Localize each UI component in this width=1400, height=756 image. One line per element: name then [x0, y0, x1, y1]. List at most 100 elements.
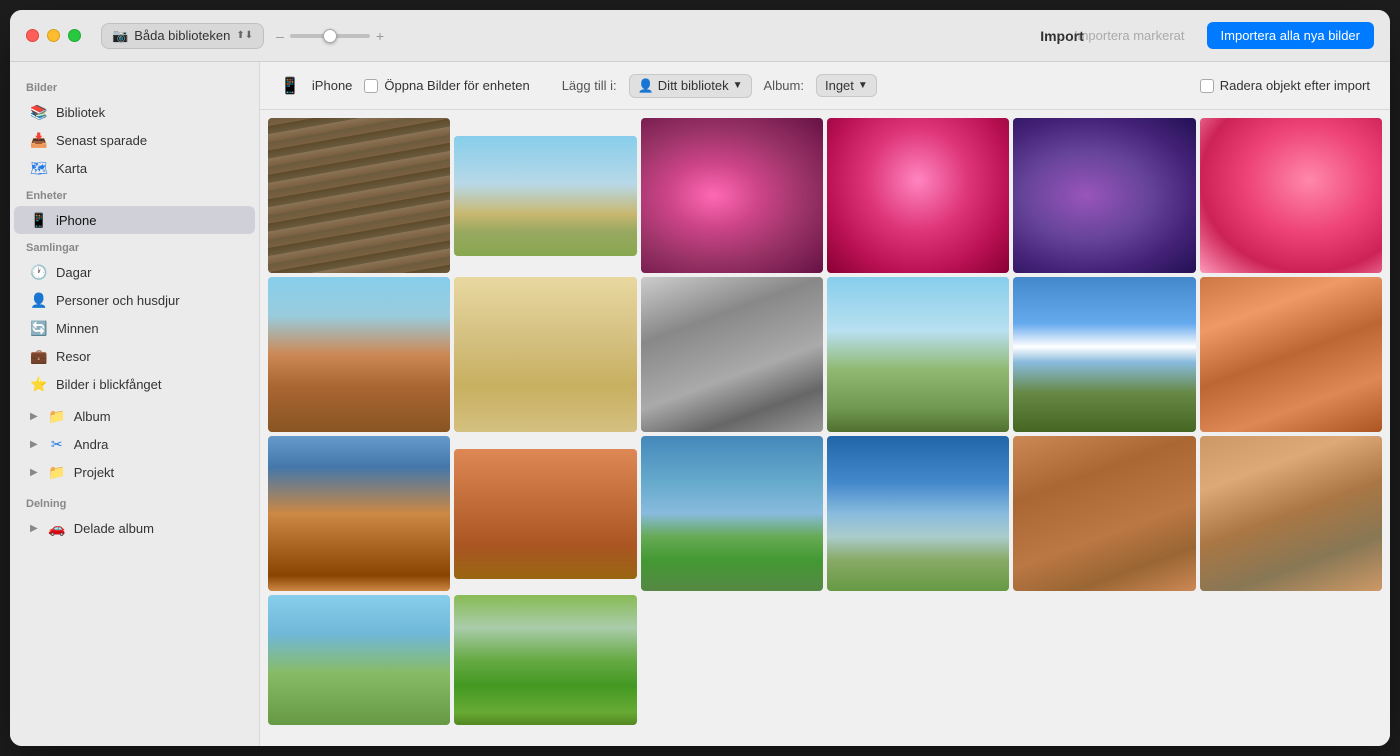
- sidebar-item-label: Album: [74, 409, 111, 424]
- sidebar-item-bibliotek[interactable]: 📚 Bibliotek: [14, 98, 255, 126]
- expand-icon: ▶: [30, 411, 38, 422]
- sidebar-section-enheter: Enheter 📱 iPhone: [10, 182, 259, 234]
- sidebar-section-collections: ▶ 📁 Album ▶ ✂ Andra ▶ 📁 Projekt: [10, 402, 259, 486]
- photo-item[interactable]: [827, 277, 1009, 432]
- section-label-enheter: Enheter: [10, 182, 259, 206]
- zoom-plus-label: +: [376, 28, 384, 44]
- photo-item[interactable]: [268, 118, 450, 273]
- device-name: iPhone: [312, 78, 352, 93]
- sidebar-item-label: Bilder i blickfånget: [56, 377, 162, 392]
- sidebar-item-karta[interactable]: 🗺 Karta: [14, 154, 255, 182]
- sidebar-item-label: Minnen: [56, 321, 99, 336]
- library-icon: 📷: [112, 28, 128, 44]
- chevron-down-icon: ▼: [733, 80, 743, 91]
- chevron-up-down-icon: ⬆⬇: [236, 30, 253, 41]
- window-title: Import: [1040, 28, 1084, 44]
- sidebar-item-label: Bibliotek: [56, 105, 105, 120]
- photo-item[interactable]: [268, 277, 450, 432]
- sidebar-item-label: Resor: [56, 349, 91, 364]
- import-all-button[interactable]: Importera alla nya bilder: [1207, 22, 1374, 49]
- photo-item[interactable]: [641, 277, 823, 432]
- sidebar-item-label: Delade album: [74, 521, 154, 536]
- close-button[interactable]: [26, 29, 39, 42]
- sidebar-item-delade-album[interactable]: ▶ 🚗 Delade album: [14, 514, 255, 542]
- library-selector[interactable]: 📷 Båda biblioteken ⬆⬇: [101, 23, 264, 49]
- photo-item[interactable]: [268, 595, 450, 725]
- photo-item[interactable]: [827, 118, 1009, 273]
- zoom-slider[interactable]: [290, 34, 370, 38]
- resor-icon: 💼: [30, 347, 48, 365]
- photo-item[interactable]: [1013, 118, 1195, 273]
- content-area: Bilder 📚 Bibliotek 📥 Senast sparade 🗺 Ka…: [10, 62, 1390, 746]
- photo-item[interactable]: [1013, 436, 1195, 591]
- open-photos-label: Öppna Bilder för enheten: [384, 78, 529, 93]
- personer-icon: 👤: [30, 291, 48, 309]
- album-value: Inget: [825, 78, 854, 93]
- photo-item[interactable]: [268, 436, 450, 591]
- maximize-button[interactable]: [68, 29, 81, 42]
- device-icon: 📱: [280, 76, 300, 96]
- sidebar-item-label: iPhone: [56, 213, 96, 228]
- andra-icon: ✂: [48, 435, 66, 453]
- photo-grid: [260, 110, 1390, 746]
- minnen-icon: 🔄: [30, 319, 48, 337]
- zoom-control: – +: [276, 28, 384, 44]
- blickfanget-icon: ⭐: [30, 375, 48, 393]
- radera-checkbox[interactable]: [1200, 79, 1214, 93]
- zoom-thumb[interactable]: [323, 29, 337, 43]
- photo-item[interactable]: [827, 436, 1009, 591]
- sidebar-item-senast-sparade[interactable]: 📥 Senast sparade: [14, 126, 255, 154]
- sidebar-item-personer[interactable]: 👤 Personer och husdjur: [14, 286, 255, 314]
- photo-item[interactable]: [1200, 436, 1382, 591]
- sidebar: Bilder 📚 Bibliotek 📥 Senast sparade 🗺 Ka…: [10, 62, 260, 746]
- sidebar-item-projekt[interactable]: ▶ 📁 Projekt: [14, 458, 255, 486]
- sidebar-section-delning: Delning ▶ 🚗 Delade album: [10, 490, 259, 542]
- photo-item[interactable]: [1013, 277, 1195, 432]
- sidebar-section-samlingar: Samlingar 🕐 Dagar 👤 Personer och husdjur…: [10, 234, 259, 398]
- album-dropdown[interactable]: Inget ▼: [816, 74, 877, 97]
- sidebar-item-label: Personer och husdjur: [56, 293, 180, 308]
- open-photos-control: Öppna Bilder för enheten: [364, 78, 529, 93]
- karta-icon: 🗺: [30, 159, 48, 177]
- album-label: Album:: [764, 78, 804, 93]
- photo-item[interactable]: [1200, 118, 1382, 273]
- library-value: Ditt bibliotek: [658, 78, 729, 93]
- sidebar-item-album[interactable]: ▶ 📁 Album: [14, 402, 255, 430]
- section-label-bilder: Bilder: [10, 74, 259, 98]
- iphone-icon: 📱: [30, 211, 48, 229]
- photo-item[interactable]: [454, 449, 636, 579]
- sidebar-section-bilder: Bilder 📚 Bibliotek 📥 Senast sparade 🗺 Ka…: [10, 74, 259, 182]
- album-icon: 📁: [48, 407, 66, 425]
- open-photos-checkbox[interactable]: [364, 79, 378, 93]
- expand-icon: ▶: [30, 523, 38, 534]
- senast-sparade-icon: 📥: [30, 131, 48, 149]
- library-dropdown[interactable]: 👤 Ditt bibliotek ▼: [629, 74, 752, 98]
- sidebar-item-dagar[interactable]: 🕐 Dagar: [14, 258, 255, 286]
- radera-control: Radera objekt efter import: [1200, 78, 1370, 93]
- projekt-icon: 📁: [48, 463, 66, 481]
- minimize-button[interactable]: [47, 29, 60, 42]
- delade-album-icon: 🚗: [48, 519, 66, 537]
- sidebar-item-minnen[interactable]: 🔄 Minnen: [14, 314, 255, 342]
- section-label-delning: Delning: [10, 490, 259, 514]
- photo-item[interactable]: [454, 277, 636, 432]
- radera-label-text: Radera objekt efter import: [1220, 78, 1370, 93]
- sidebar-item-label: Senast sparade: [56, 133, 147, 148]
- photo-item[interactable]: [641, 436, 823, 591]
- app-window: 📷 Båda biblioteken ⬆⬇ – + Import Importe…: [10, 10, 1390, 746]
- photo-item[interactable]: [1200, 277, 1382, 432]
- sidebar-item-label: Dagar: [56, 265, 91, 280]
- sidebar-item-iphone[interactable]: 📱 iPhone: [14, 206, 255, 234]
- titlebar: 📷 Båda biblioteken ⬆⬇ – + Import Importe…: [10, 10, 1390, 62]
- photo-item[interactable]: [454, 595, 636, 725]
- title-container: Import: [384, 28, 1062, 44]
- zoom-minus-label: –: [276, 28, 284, 44]
- photo-item[interactable]: [454, 136, 636, 256]
- library-selector-label: Båda biblioteken: [134, 28, 230, 43]
- photo-item[interactable]: [641, 118, 823, 273]
- sidebar-item-blickfanget[interactable]: ⭐ Bilder i blickfånget: [14, 370, 255, 398]
- sidebar-item-andra[interactable]: ▶ ✂ Andra: [14, 430, 255, 458]
- sidebar-item-resor[interactable]: 💼 Resor: [14, 342, 255, 370]
- chevron-down-icon: ▼: [858, 80, 868, 91]
- main-content: 📱 iPhone Öppna Bilder för enheten Lägg t…: [260, 62, 1390, 746]
